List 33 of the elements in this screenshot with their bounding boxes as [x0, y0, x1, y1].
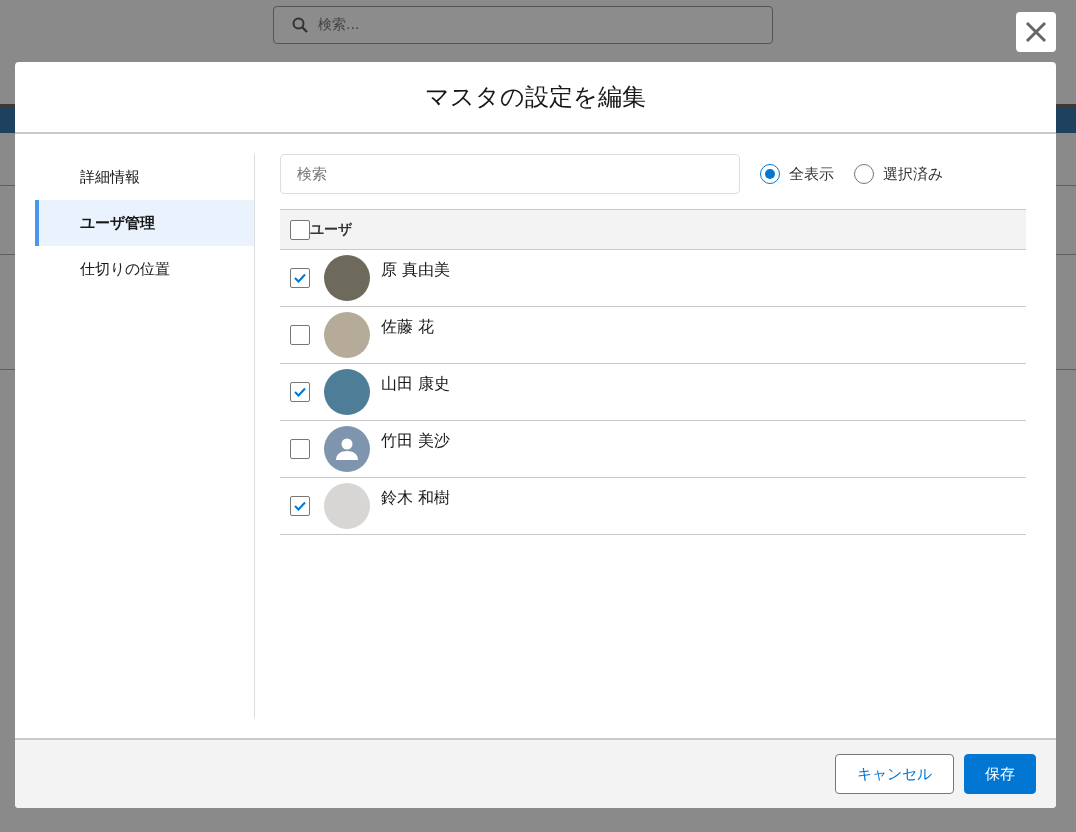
- checkmark-icon: [294, 387, 306, 397]
- close-button[interactable]: [1016, 12, 1056, 52]
- photo-placeholder: [324, 369, 370, 415]
- dialog-title: マスタの設定を編集: [425, 82, 646, 113]
- checkmark-icon: [294, 273, 306, 283]
- checkmark-icon: [294, 501, 306, 511]
- radio-label: 選択済み: [883, 164, 943, 184]
- sidebar-item[interactable]: 仕切りの位置: [35, 246, 254, 292]
- cancel-button[interactable]: キャンセル: [835, 754, 954, 794]
- column-header: ユーザ: [310, 220, 352, 239]
- row-checkbox[interactable]: [290, 268, 310, 288]
- row-checkbox[interactable]: [290, 496, 310, 516]
- user-name: 山田 康史: [381, 374, 451, 395]
- search-input[interactable]: 検索: [280, 154, 740, 194]
- user-name: 竹田 美沙: [381, 431, 451, 452]
- sidebar-item[interactable]: 詳細情報: [35, 154, 254, 200]
- save-button[interactable]: 保存: [964, 754, 1036, 794]
- person-icon: [335, 437, 359, 461]
- photo-placeholder: [324, 483, 370, 529]
- sidebar-item[interactable]: ユーザ管理: [35, 200, 254, 246]
- search-icon: [292, 17, 308, 33]
- user-name: 鈴木 和樹: [381, 488, 451, 509]
- user-name: 佐藤 花: [381, 317, 435, 338]
- search-placeholder: 検索...: [318, 16, 360, 34]
- row-checkbox[interactable]: [290, 439, 310, 459]
- radio-label: 全表示: [789, 164, 834, 184]
- photo-placeholder: [324, 255, 370, 301]
- user-name: 原 真由美: [381, 260, 451, 281]
- row-checkbox[interactable]: [290, 325, 310, 345]
- photo-placeholder: [324, 312, 370, 358]
- row-checkbox[interactable]: [290, 382, 310, 402]
- select-all-checkbox[interactable]: [290, 219, 310, 240]
- close-icon: [1025, 21, 1047, 43]
